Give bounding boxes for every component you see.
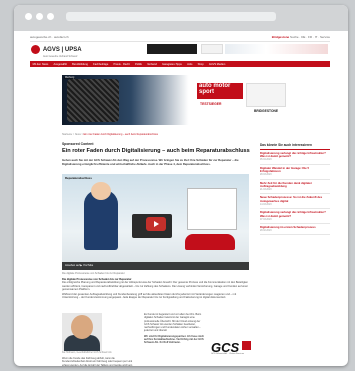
video-caption: Die digitale Prozessreise von Schaden bi… xyxy=(62,272,125,275)
gcs-logo-square-icon xyxy=(242,341,251,350)
logo-subtitle: Auto Gewerbe Verband Schweiz xyxy=(43,55,78,58)
nav-item[interactable]: Shop xyxy=(195,63,206,66)
watch-on-youtube-link[interactable]: Ansehen auf ▶ YouTube xyxy=(65,264,93,267)
window-minimize-icon[interactable] xyxy=(36,13,43,20)
article-title: Ein roter Faden durch Digitalisierung – … xyxy=(62,148,250,154)
address-bar[interactable] xyxy=(66,12,276,21)
window-close-icon[interactable] xyxy=(25,13,32,20)
breadcrumb-current: Ein roter Faden durch Digitalisierung – … xyxy=(83,133,158,136)
video-character-face xyxy=(91,182,111,200)
topbar-right: Bridgestone Suche · DE · FR · IT · Servi… xyxy=(272,35,330,39)
related-article-date: 28.02.2023 xyxy=(260,229,272,232)
related-article[interactable]: Digitalisierung verlangt die richtige In… xyxy=(260,209,330,225)
nav-item[interactable]: Politik xyxy=(132,63,144,66)
web-page: autogewerbe.ch · autofact.ch Bridgestone… xyxy=(14,31,348,366)
related-article-title[interactable]: Digitalisierung verlangt die richtige In… xyxy=(260,211,330,218)
related-article-title[interactable]: Digitalisierung verlangt die richtige In… xyxy=(260,151,330,159)
nav-item[interactable]: Fachbeiträge xyxy=(91,63,111,66)
related-article-title[interactable]: Mehr Zeit für die Kunden dank digitaler … xyxy=(260,181,330,189)
tire-ad-banner[interactable]: Werbung auto motor sport TESTSIEGER BRID… xyxy=(62,75,292,125)
nav-item[interactable]: Praxis · Recht xyxy=(111,63,132,66)
related-article-date: 28.03.2023 xyxy=(260,174,272,177)
ad-product-image xyxy=(246,83,286,107)
topbar-brand[interactable]: Bridgestone xyxy=(272,35,290,39)
nav-item[interactable]: Mit den News xyxy=(30,63,51,66)
nav-item[interactable]: AGVS Medien xyxy=(206,63,228,66)
window-maximize-icon[interactable] xyxy=(47,13,54,20)
author-portrait xyxy=(62,313,102,351)
body-paragraph: Es Kunde ist begeistert und vor allem be… xyxy=(144,313,202,333)
gcs-logo[interactable]: GCS GCS Schweiz AG · Claims Services xyxy=(211,340,253,356)
article-kicker: Sponsored Content xyxy=(62,142,94,146)
ad-headline: TESTSIEGER xyxy=(200,102,222,106)
site-topbar: autogewerbe.ch · autofact.ch Bridgestone… xyxy=(30,35,330,42)
body-paragraph: Die erfolgreiche Planung und Reparaturab… xyxy=(62,281,248,292)
video-title: Reparaturabschluss xyxy=(65,176,92,180)
related-article-title[interactable]: Neue Schadenprozesse: So ist die Zukunft… xyxy=(260,196,330,203)
related-article[interactable]: Digitaler Wandel in der Garage: Die 5 Er… xyxy=(260,165,330,180)
related-article[interactable]: Neue Schadenprozesse: So ist die Zukunft… xyxy=(260,194,330,210)
nav-item[interactable]: Ausgewählt xyxy=(51,63,70,66)
browser-window: autogewerbe.ch · autofact.ch Bridgestone… xyxy=(14,5,348,366)
main-nav: Mit den News Ausgewählt Berufsbildung Fa… xyxy=(30,61,330,67)
site-logo[interactable]: AGVS | UPSA Auto Gewerbe Verband Schweiz xyxy=(31,45,82,58)
nav-item[interactable]: Garagisten-Tipps xyxy=(159,63,184,66)
related-article-date: 07.03.2023 xyxy=(260,218,272,221)
logo-text: AGVS | UPSA xyxy=(42,46,82,53)
header-ad-banner[interactable] xyxy=(225,44,328,54)
related-article-date: 21.03.2023 xyxy=(260,188,272,191)
nav-item[interactable]: Verband xyxy=(145,63,160,66)
article-body-right: Es Kunde ist begeistert und vor allem be… xyxy=(144,313,206,345)
portrait-head xyxy=(71,315,93,339)
topbar-links[interactable]: autogewerbe.ch · autofact.ch xyxy=(30,35,69,39)
tire-image xyxy=(67,79,119,122)
gcs-logo-subtitle: GCS Schweiz AG · Claims Services xyxy=(211,353,245,355)
related-article-date: 14.03.2023 xyxy=(260,203,272,206)
related-article-date: 05.04.2023 xyxy=(260,159,272,162)
play-button-icon[interactable] xyxy=(146,217,166,231)
video-player[interactable]: Reparaturabschluss Ansehen auf ▶ YouTube xyxy=(62,174,249,270)
body-paragraph: Während der gesamten Auftragsabwicklung … xyxy=(62,292,237,300)
cta-paragraph: Wir sind Ihr Digitalisierungspartner. Ic… xyxy=(144,334,204,345)
portrait-caption: Kai Hofmann, Geschäftsführer GCS Schweiz… xyxy=(62,352,112,354)
browser-titlebar xyxy=(14,5,348,31)
nav-item[interactable]: Berufsbildung xyxy=(70,63,91,66)
breadcrumb: Startseite > News > Ein roter Faden durc… xyxy=(62,133,158,136)
related-article[interactable]: Digitalisierung im ersten Schadenprozess… xyxy=(260,224,330,236)
related-article[interactable]: Digitalisierung verlangt die richtige In… xyxy=(260,150,330,165)
breadcrumb-prefix[interactable]: Startseite > News > xyxy=(62,133,84,136)
article-body: Die digitale Prozessreise von Schaden bi… xyxy=(62,278,252,299)
related-article[interactable]: Mehr Zeit für die Kunden dank digitaler … xyxy=(260,180,330,195)
header-ad-small[interactable] xyxy=(201,44,223,54)
video-screen xyxy=(187,188,237,230)
ad-brand: BRIDGESTONE xyxy=(254,109,279,113)
video-bar: Ansehen auf ▶ YouTube xyxy=(62,262,249,270)
related-sidebar: Das könnte Sie auch interessieren Digita… xyxy=(260,142,330,236)
nav-item[interactable]: Jobs xyxy=(184,63,195,66)
article-lead: Gehen auch Sie mit der GCS Schweiz AG de… xyxy=(62,158,239,166)
ad-magazine-logo: auto motor sport xyxy=(197,83,243,99)
topbar-utility-links[interactable]: Suche · DE · FR · IT · Service xyxy=(290,35,330,39)
sidebar-heading: Das könnte Sie auch interessieren xyxy=(260,142,330,150)
video-car xyxy=(185,234,235,250)
related-article-title[interactable]: Digitalisierung im ersten Schadenprozess xyxy=(260,225,330,229)
body-paragraph: Wenn die Kunde das Fahrzeug abholt, kann… xyxy=(62,357,133,366)
related-article-title[interactable]: Digitaler Wandel in der Garage: Die 5 Er… xyxy=(260,166,330,174)
header-ad-dark[interactable] xyxy=(147,44,197,54)
agvs-logo-icon xyxy=(31,45,40,54)
